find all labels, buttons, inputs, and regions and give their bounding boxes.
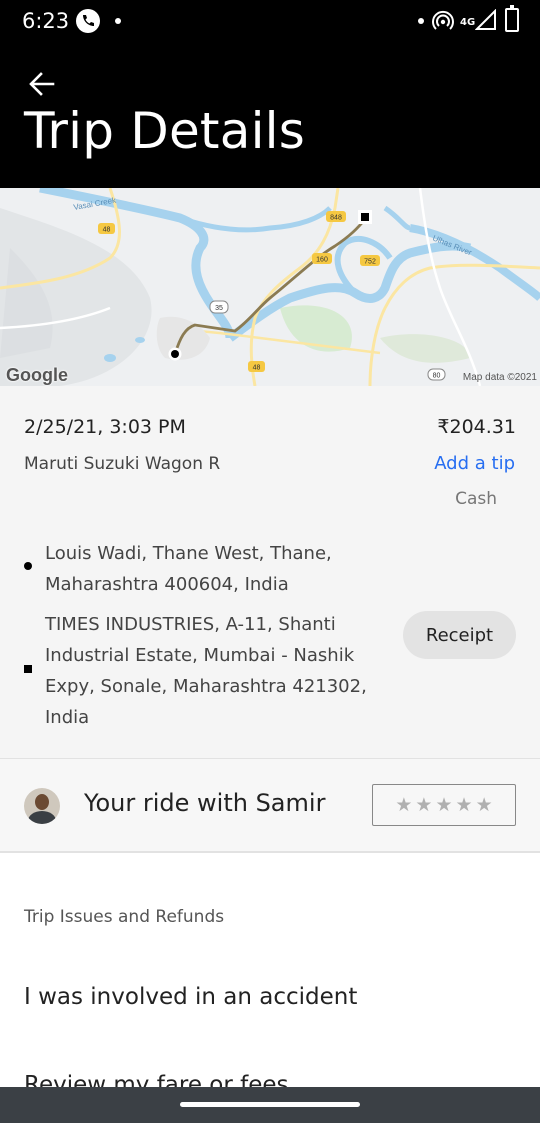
home-indicator[interactable] xyxy=(180,1102,360,1107)
notification-dot xyxy=(115,18,121,24)
receipt-button[interactable]: Receipt xyxy=(403,611,516,659)
star-icon[interactable]: ★ xyxy=(395,795,412,815)
map-shield-752: 752 xyxy=(364,259,376,266)
driver-row: Your ride with Samir ★ ★ ★ ★ ★ xyxy=(0,759,540,851)
issue-item-accident[interactable]: I was involved in an accident xyxy=(24,984,357,1010)
status-bar: 6:23 4G xyxy=(0,0,540,44)
status-time: 6:23 xyxy=(22,9,70,33)
driver-avatar xyxy=(24,788,60,824)
add-tip-link[interactable]: Add a tip xyxy=(434,453,515,474)
map-canvas: 48 848 160 752 35 48 80 Vasai Creek Ulha… xyxy=(0,188,540,386)
payment-method: Cash xyxy=(455,489,497,509)
trip-issues-heading: Trip Issues and Refunds xyxy=(24,907,225,927)
star-icon[interactable]: ★ xyxy=(476,795,493,815)
back-arrow-icon[interactable] xyxy=(26,68,58,100)
dropoff-square-icon xyxy=(24,665,32,673)
star-icon[interactable]: ★ xyxy=(415,795,432,815)
phone-call-icon xyxy=(76,9,100,33)
hotspot-icon xyxy=(431,9,455,37)
system-nav-bar xyxy=(0,1087,540,1123)
battery-icon xyxy=(505,5,519,32)
star-icon[interactable]: ★ xyxy=(456,795,473,815)
signal-icon xyxy=(474,8,497,35)
map-shield-35: 35 xyxy=(215,305,223,312)
driver-ride-text: Your ride with Samir xyxy=(84,789,326,817)
trip-summary: 2/25/21, 3:03 PM ₹204.31 Maruti Suzuki W… xyxy=(0,386,540,758)
divider xyxy=(0,851,540,853)
star-icon[interactable]: ★ xyxy=(435,795,452,815)
map-shield-48: 48 xyxy=(103,227,111,234)
map-shield-848: 848 xyxy=(330,215,342,222)
google-logo: Google xyxy=(6,365,68,385)
trip-route-map[interactable]: 48 848 160 752 35 48 80 Vasai Creek Ulha… xyxy=(0,188,540,386)
driver-rating-stars[interactable]: ★ ★ ★ ★ ★ xyxy=(372,784,516,826)
pickup-address: Louis Wadi, Thane West, Thane, Maharasht… xyxy=(45,543,332,595)
map-shield-80: 80 xyxy=(433,373,441,380)
trip-datetime: 2/25/21, 3:03 PM xyxy=(24,416,186,438)
pickup-dot-icon xyxy=(24,562,32,570)
trip-fare: ₹204.31 xyxy=(437,416,516,438)
dropoff-address: TIMES INDUSTRIES, A-11, Shanti Industria… xyxy=(45,614,367,728)
map-shield-48: 48 xyxy=(253,365,261,372)
vehicle-name: Maruti Suzuki Wagon R xyxy=(24,454,221,474)
network-type-label: 4G xyxy=(460,17,476,28)
map-attribution: Map data ©2021 xyxy=(462,372,537,383)
notification-dot xyxy=(418,18,424,24)
page-title: Trip Details xyxy=(24,102,306,160)
page-header: Trip Details xyxy=(0,44,540,188)
map-shield-160: 160 xyxy=(316,257,328,264)
